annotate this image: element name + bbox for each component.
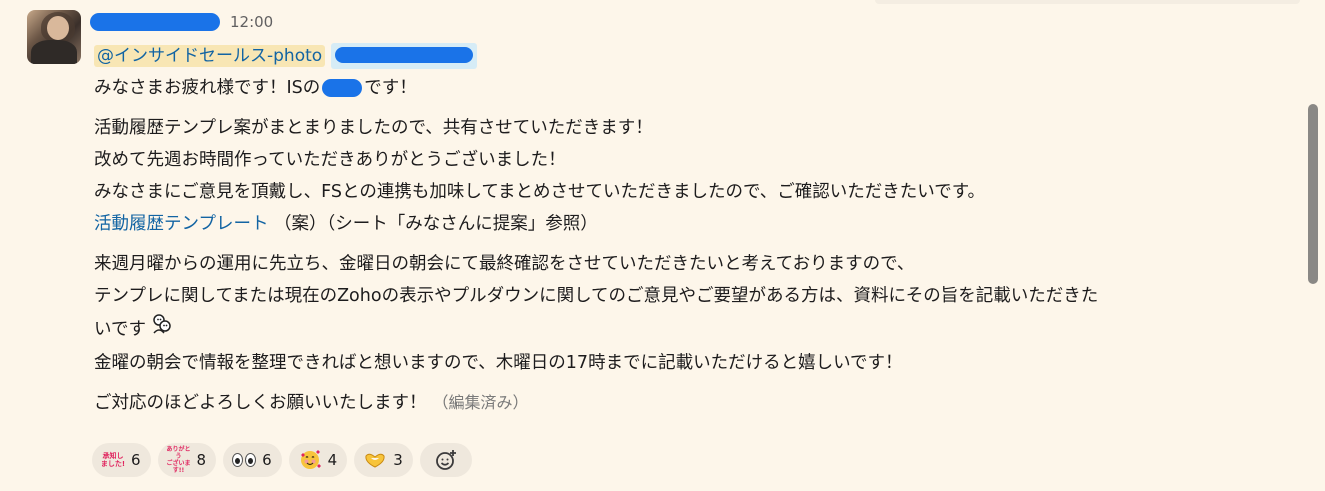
reactions-bar: 承知し ました! 6 ありがとう ございます!! 8 6 4 3 bbox=[92, 443, 472, 477]
mention-line: @インサイドセールス-photo bbox=[94, 40, 1304, 72]
thinking-people-icon bbox=[150, 312, 174, 347]
text-line: 改めて先週お時間作っていただきありがとうございました！ bbox=[94, 150, 566, 170]
reaction-count: 6 bbox=[131, 451, 141, 469]
heart-hands-icon bbox=[362, 449, 388, 471]
text-line: 金曜の朝会で情報を整理できればと想いますので、木曜日の17時までに記載いただける… bbox=[94, 353, 903, 373]
reaction-count: 8 bbox=[196, 451, 207, 469]
reaction-count: 3 bbox=[393, 451, 403, 469]
text-line: 来週月曜からの運用に先立ち、金曜日の朝会にて最終確認をさせていただきたいと考えて… bbox=[94, 254, 915, 274]
name-redacted bbox=[322, 79, 363, 97]
top-edge-bar bbox=[875, 0, 1300, 4]
reaction-heart-hands[interactable]: 3 bbox=[354, 443, 413, 477]
text-line: 活動履歴テンプレ案がまとまりましたので、共有させていただきます！ bbox=[94, 118, 653, 138]
reaction-hearts[interactable]: 4 bbox=[288, 443, 348, 477]
avatar[interactable] bbox=[27, 10, 81, 64]
text-line: いです bbox=[94, 312, 1304, 347]
message-header: 12:00 bbox=[90, 10, 273, 34]
scrollbar[interactable] bbox=[1308, 104, 1318, 284]
reaction-count: 4 bbox=[327, 451, 338, 469]
edited-label: （編集済み） bbox=[432, 393, 529, 412]
closing-line: ご対応のほどよろしくお願いいたします！ （編集済み） bbox=[94, 393, 529, 413]
group-mention[interactable]: @インサイドセールス-photo bbox=[94, 45, 326, 67]
text-line: テンプレに関してまたは現在のZohoの表示やプルダウンに関してのご意見やご要望が… bbox=[94, 286, 1099, 306]
template-link-line: 活動履歴テンプレート （案）（シート「みなさんに提案」参照） bbox=[94, 214, 598, 234]
timestamp[interactable]: 12:00 bbox=[230, 13, 273, 31]
greeting-line: みなさまお疲れ様です！ISの です！ bbox=[94, 78, 417, 98]
message-body: @インサイドセールス-photo みなさまお疲れ様です！ISの です！ 活動履歴テ… bbox=[94, 40, 1304, 419]
text-line: みなさまにご意見を頂戴し、FSとの連携も加味してまとめさせていただきましたので、… bbox=[94, 182, 985, 202]
add-reaction-button[interactable] bbox=[419, 443, 472, 477]
reaction-count: 6 bbox=[262, 451, 272, 469]
smiling-face-with-hearts-icon bbox=[297, 449, 323, 471]
sender-name-redacted[interactable] bbox=[90, 13, 220, 31]
reaction-eyes[interactable]: 6 bbox=[223, 443, 282, 477]
shouchi-shimashita-stamp-icon: 承知し ました! bbox=[100, 452, 126, 468]
add-emoji-icon bbox=[433, 449, 459, 471]
eyes-icon bbox=[231, 449, 257, 471]
arigatou-gozaimasu-stamp-icon: ありがとう ございます!! bbox=[166, 446, 191, 474]
user-mention-redacted[interactable] bbox=[331, 43, 478, 69]
reaction-shouchi[interactable]: 承知し ました! 6 bbox=[92, 443, 151, 477]
reaction-arigatou[interactable]: ありがとう ございます!! 8 bbox=[157, 443, 217, 477]
template-link[interactable]: 活動履歴テンプレート bbox=[94, 214, 268, 234]
